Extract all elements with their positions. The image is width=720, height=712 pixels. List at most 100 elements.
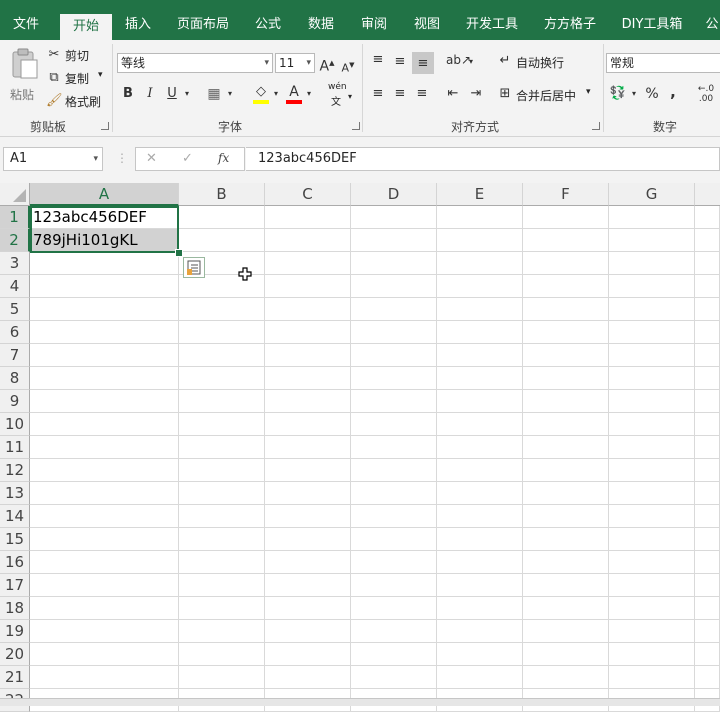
cell-c21[interactable] <box>265 666 351 689</box>
cell-d13[interactable] <box>351 482 437 505</box>
row-header-5[interactable]: 5 <box>0 298 30 321</box>
cell-g17[interactable] <box>609 574 695 597</box>
cell-c3[interactable] <box>265 252 351 275</box>
cell-c20[interactable] <box>265 643 351 666</box>
cell-b2[interactable] <box>179 229 265 252</box>
cell-d3[interactable] <box>351 252 437 275</box>
align-right-icon[interactable]: ≡ <box>413 86 431 102</box>
cell-b17[interactable] <box>179 574 265 597</box>
cell-d6[interactable] <box>351 321 437 344</box>
cell-c5[interactable] <box>265 298 351 321</box>
cell-b6[interactable] <box>179 321 265 344</box>
cell-c17[interactable] <box>265 574 351 597</box>
cell-f12[interactable] <box>523 459 609 482</box>
cell-b9[interactable] <box>179 390 265 413</box>
paste-button[interactable]: 粘贴 <box>6 46 42 102</box>
decrease-indent-icon[interactable]: ⇤ <box>443 86 463 102</box>
cell-c11[interactable] <box>265 436 351 459</box>
cell-f5[interactable] <box>523 298 609 321</box>
cell-f2[interactable] <box>523 229 609 252</box>
cell-a1[interactable]: 123abc456DEF <box>30 206 179 229</box>
fill-color-button[interactable]: ◇ <box>251 84 271 106</box>
cell-a9[interactable] <box>30 390 179 413</box>
cell-a20[interactable] <box>30 643 179 666</box>
cell-g14[interactable] <box>609 505 695 528</box>
select-all-corner[interactable] <box>0 183 30 206</box>
cell-h15[interactable] <box>695 528 720 551</box>
cell-f13[interactable] <box>523 482 609 505</box>
cell-h16[interactable] <box>695 551 720 574</box>
cell-g9[interactable] <box>609 390 695 413</box>
row-header-15[interactable]: 15 <box>0 528 30 551</box>
chevron-down-icon[interactable]: ▾ <box>630 86 638 102</box>
cell-c7[interactable] <box>265 344 351 367</box>
row-header-13[interactable]: 13 <box>0 482 30 505</box>
chevron-down-icon[interactable]: ▾ <box>226 86 234 102</box>
borders-icon[interactable]: ▦ <box>206 86 222 102</box>
percent-button[interactable]: % <box>643 86 661 102</box>
cell-e1[interactable] <box>437 206 523 229</box>
cell-h2[interactable] <box>695 229 720 252</box>
row-header-8[interactable]: 8 <box>0 367 30 390</box>
row-header-6[interactable]: 6 <box>0 321 30 344</box>
cell-a7[interactable] <box>30 344 179 367</box>
cell-b14[interactable] <box>179 505 265 528</box>
cell-e4[interactable] <box>437 275 523 298</box>
cell-h4[interactable] <box>695 275 720 298</box>
cell-e11[interactable] <box>437 436 523 459</box>
cell-h3[interactable] <box>695 252 720 275</box>
cell-g11[interactable] <box>609 436 695 459</box>
cell-a11[interactable] <box>30 436 179 459</box>
cell-e13[interactable] <box>437 482 523 505</box>
cell-g6[interactable] <box>609 321 695 344</box>
cell-c14[interactable] <box>265 505 351 528</box>
font-name-select[interactable]: 等线 ▾ <box>117 53 273 73</box>
cell-a3[interactable] <box>30 252 179 275</box>
decrease-font-size-button[interactable]: A▼ <box>341 57 355 77</box>
number-format-select[interactable]: 常规 <box>606 53 720 73</box>
tab-page-layout[interactable]: 页面布局 <box>170 8 236 40</box>
cell-e3[interactable] <box>437 252 523 275</box>
cell-c19[interactable] <box>265 620 351 643</box>
cell-e12[interactable] <box>437 459 523 482</box>
cell-h18[interactable] <box>695 597 720 620</box>
cell-e18[interactable] <box>437 597 523 620</box>
italic-button[interactable]: I <box>143 86 157 102</box>
cell-e2[interactable] <box>437 229 523 252</box>
cell-d2[interactable] <box>351 229 437 252</box>
cell-d14[interactable] <box>351 505 437 528</box>
cell-f19[interactable] <box>523 620 609 643</box>
cell-g10[interactable] <box>609 413 695 436</box>
cell-c2[interactable] <box>265 229 351 252</box>
cell-b18[interactable] <box>179 597 265 620</box>
cut-button[interactable]: ✂ 剪切 <box>46 46 96 64</box>
cell-g16[interactable] <box>609 551 695 574</box>
cell-e5[interactable] <box>437 298 523 321</box>
cell-c10[interactable] <box>265 413 351 436</box>
cell-h12[interactable] <box>695 459 720 482</box>
cell-h17[interactable] <box>695 574 720 597</box>
cell-b7[interactable] <box>179 344 265 367</box>
merge-center-button[interactable]: ⊞ 合并后居中 ▾ <box>497 86 597 104</box>
cell-c8[interactable] <box>265 367 351 390</box>
cell-f4[interactable] <box>523 275 609 298</box>
cell-e20[interactable] <box>437 643 523 666</box>
formula-input[interactable]: 123abc456DEF <box>246 147 720 171</box>
cell-g7[interactable] <box>609 344 695 367</box>
cell-d7[interactable] <box>351 344 437 367</box>
cell-h21[interactable] <box>695 666 720 689</box>
cell-b19[interactable] <box>179 620 265 643</box>
comma-button[interactable]: , <box>666 84 680 100</box>
name-box[interactable]: A1 ▾ <box>3 147 103 171</box>
row-header-10[interactable]: 10 <box>0 413 30 436</box>
cell-a14[interactable] <box>30 505 179 528</box>
font-dialog-launcher-icon[interactable] <box>352 122 360 130</box>
cell-a10[interactable] <box>30 413 179 436</box>
cell-d17[interactable] <box>351 574 437 597</box>
row-header-7[interactable]: 7 <box>0 344 30 367</box>
align-top-icon[interactable]: ≡ <box>369 52 387 68</box>
align-center-icon[interactable]: ≡ <box>391 86 409 102</box>
cell-d18[interactable] <box>351 597 437 620</box>
row-header-4[interactable]: 4 <box>0 275 30 298</box>
cell-a5[interactable] <box>30 298 179 321</box>
